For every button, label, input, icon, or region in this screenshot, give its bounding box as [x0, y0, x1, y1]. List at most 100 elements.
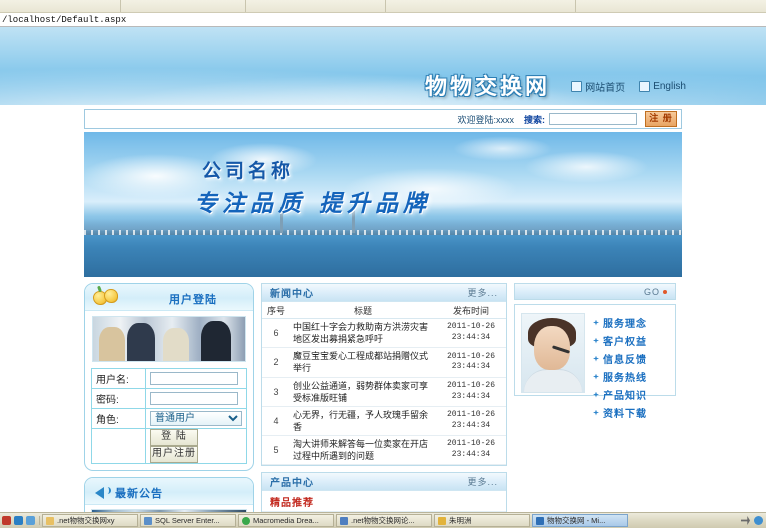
role-select[interactable]: 普通用户	[150, 411, 242, 426]
quick-launch	[2, 516, 40, 525]
system-tray	[741, 516, 766, 525]
user-register-button[interactable]: 用户注册	[150, 446, 198, 463]
service-item-label: 客户权益	[603, 337, 647, 348]
news-date: 2011-10-26 23:44:34	[436, 347, 506, 378]
news-title[interactable]: 魔豆宝宝爱心工程成都站捐赠仪式举行	[290, 347, 436, 378]
header-link-home[interactable]: 网站首页	[571, 79, 625, 94]
product-panel-title: 产品中心	[270, 478, 314, 490]
search-input[interactable]	[549, 113, 637, 125]
service-item-download[interactable]: 资料下载	[593, 405, 669, 420]
role-label: 角色:	[91, 408, 146, 429]
notice-panel-header: 最新公告	[85, 478, 253, 505]
news-col-no: 序号	[262, 302, 290, 319]
service-agent-photo	[521, 313, 585, 393]
taskbar-button-label: SQL Server Enter...	[155, 516, 220, 525]
search-strip: 欢迎登陆:xxxx 搜索: 注 册	[84, 109, 682, 129]
login-photo	[92, 316, 246, 362]
page-body: 欢迎登陆:xxxx 搜索: 注 册 公司名称 专注品质 提升品牌 用户登陆 用户…	[0, 105, 766, 514]
go-link[interactable]: GO	[644, 287, 667, 297]
username-input[interactable]	[150, 372, 238, 385]
news-title[interactable]: 创业公益通道，弱势群体卖家可享受标准版旺铺	[290, 377, 436, 407]
taskbar-button[interactable]: .net物物交换网论...	[336, 514, 432, 527]
table-row[interactable]: 5 淘大讲师来解答每一位卖家在开店过程中所遇到的问题 2011-10-26 23:…	[262, 435, 506, 466]
login-button[interactable]: 登 陆	[150, 429, 198, 446]
diamond-bullet-icon	[593, 337, 599, 344]
diamond-bullet-icon	[593, 391, 599, 398]
news-panel-header: 新闻中心 更多...	[262, 284, 506, 302]
news-date: 2011-10-26 23:44:34	[436, 377, 506, 407]
service-panel: 服务理念 客户权益 信息反馈 服务热线 产品知识 资料下载	[514, 304, 676, 420]
page-viewport: 物物交换网 网站首页 English 首页 站内新闻 产品展示 系统简介 在线留…	[0, 27, 766, 514]
news-date: 2011-10-26 23:44:34	[436, 318, 506, 349]
diamond-bullet-icon	[593, 355, 599, 362]
header-link-english-label: English	[653, 81, 686, 92]
login-panel: 用户登陆 用户名: 密码: 角色: 普通用户 登 陆 用户注册	[84, 283, 254, 471]
news-panel: 新闻中心 更多... 序号 标题 发布时间 6 中国红十字会力救助南方洪涝灾害地…	[261, 283, 507, 467]
diamond-bullet-icon	[593, 409, 599, 416]
taskbar-button-label: Macromedia Drea...	[253, 516, 319, 525]
service-item-knowledge[interactable]: 产品知识	[593, 387, 669, 402]
news-title[interactable]: 淘大讲师来解答每一位卖家在开店过程中所遇到的问题	[290, 435, 436, 466]
taskbar-button-active[interactable]: 物物交换网 - Mi...	[532, 514, 628, 527]
diamond-bullet-icon	[593, 319, 599, 326]
table-row[interactable]: 6 中国红十字会力救助南方洪涝灾害地区发出募捐紧急呼吁 2011-10-26 23…	[262, 318, 506, 349]
qq-icon	[438, 516, 446, 525]
news-header-row: 序号 标题 发布时间	[262, 302, 506, 319]
ie-icon[interactable]	[2, 516, 11, 525]
table-row[interactable]: 3 创业公益通道，弱势群体卖家可享受标准版旺铺 2011-10-26 23:44:…	[262, 377, 506, 407]
browser-icon[interactable]	[26, 516, 35, 525]
network-icon[interactable]	[754, 516, 763, 525]
table-row[interactable]: 4 心无界，行无疆，予人玫瑰手留余香 2011-10-26 23:44:34	[262, 406, 506, 437]
news-no: 6	[262, 318, 290, 349]
header-link-english[interactable]: English	[639, 81, 686, 92]
service-item-rights[interactable]: 客户权益	[593, 333, 669, 348]
service-item-philosophy[interactable]: 服务理念	[593, 315, 669, 330]
username-label: 用户名:	[91, 368, 146, 389]
address-bar[interactable]: /localhost/Default.aspx	[0, 13, 766, 27]
service-item-hotline[interactable]: 服务热线	[593, 369, 669, 384]
taskbar-button[interactable]: SQL Server Enter...	[140, 514, 236, 527]
sql-server-icon	[144, 516, 152, 525]
left-column: 用户登陆 用户名: 密码: 角色: 普通用户 登 陆 用户注册 最新公告	[84, 283, 254, 514]
service-item-feedback[interactable]: 信息反馈	[593, 351, 669, 366]
taskbar-button[interactable]: Macromedia Drea...	[238, 514, 334, 527]
content-frame: 欢迎登陆:xxxx 搜索: 注 册 公司名称 专注品质 提升品牌 用户登陆 用户…	[84, 105, 682, 514]
service-item-label: 产品知识	[603, 391, 647, 402]
taskbar-button-label: .net物物交换网论...	[351, 516, 415, 525]
site-title: 物物交换网	[425, 74, 551, 100]
news-no: 4	[262, 406, 290, 437]
folder-icon	[46, 516, 54, 525]
home-icon	[571, 81, 583, 92]
news-more-link[interactable]: 更多...	[467, 286, 498, 299]
go-dot-icon	[663, 289, 667, 294]
product-more-link[interactable]: 更多...	[467, 475, 498, 488]
taskbar-button-label: 朱明洲	[449, 516, 472, 525]
desktop-icon[interactable]	[14, 516, 23, 525]
product-subtitle-row: 精品推荐	[262, 491, 506, 513]
login-row-password: 密码:	[91, 388, 247, 409]
taskbar-button-label: .net物物交换网xy	[57, 516, 115, 525]
printer-icon[interactable]	[741, 516, 750, 525]
taskbar-button[interactable]: .net物物交换网xy	[42, 514, 138, 527]
news-date: 2011-10-26 23:44:34	[436, 435, 506, 466]
login-row-role: 角色: 普通用户	[91, 408, 247, 429]
news-title[interactable]: 中国红十字会力救助南方洪涝灾害地区发出募捐紧急呼吁	[290, 318, 436, 349]
taskbar-button[interactable]: 朱明洲	[434, 514, 530, 527]
login-row-buttons: 登 陆 用户注册	[91, 428, 247, 464]
register-button[interactable]: 注 册	[645, 111, 677, 127]
product-panel-header: 产品中心 更多...	[262, 473, 506, 492]
news-no: 2	[262, 347, 290, 378]
password-input[interactable]	[150, 392, 238, 405]
taskbar-button-label: 物物交换网 - Mi...	[547, 516, 606, 525]
document-icon	[340, 516, 348, 525]
news-date: 2011-10-26 23:44:34	[436, 406, 506, 437]
search-label: 搜索:	[524, 114, 545, 125]
table-row[interactable]: 2 魔豆宝宝爱心工程成都站捐赠仪式举行 2011-10-26 23:44:34	[262, 347, 506, 378]
news-title[interactable]: 心无界，行无疆，予人玫瑰手留余香	[290, 406, 436, 437]
site-header: 物物交换网 网站首页 English 首页 站内新闻 产品展示 系统简介 在线留…	[0, 27, 766, 105]
main-columns: 用户登陆 用户名: 密码: 角色: 普通用户 登 陆 用户注册 最新公告 新闻中…	[84, 283, 682, 514]
banner-bridge	[84, 219, 682, 235]
ie-window-icon	[536, 516, 544, 525]
service-link-list: 服务理念 客户权益 信息反馈 服务热线 产品知识 资料下载	[593, 313, 669, 420]
login-row-username: 用户名:	[91, 368, 247, 389]
